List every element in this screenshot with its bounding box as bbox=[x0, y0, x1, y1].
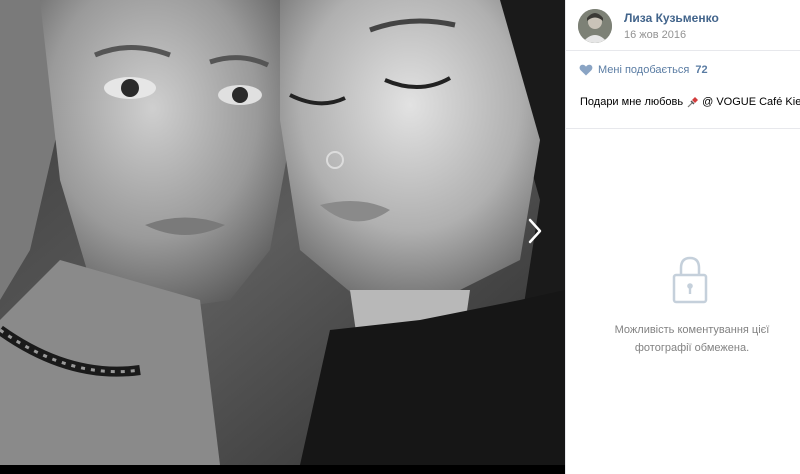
heart-icon bbox=[579, 64, 593, 76]
author-header: Лиза Кузьменко 16 жов 2016 bbox=[578, 9, 719, 43]
comments-restricted-notice: Можливість коментування цієї фотографії … bbox=[586, 321, 798, 357]
like-label: Мені подобається bbox=[598, 64, 690, 76]
photo[interactable] bbox=[0, 0, 565, 465]
author-name-link[interactable]: Лиза Кузьменко bbox=[624, 11, 719, 25]
pushpin-icon bbox=[687, 97, 699, 108]
info-sidebar: Лиза Кузьменко 16 жов 2016 Мені подобаєт… bbox=[565, 0, 800, 474]
caption-location: @ VOGUE Café Kiev bbox=[702, 96, 800, 108]
photo-image bbox=[0, 0, 565, 465]
post-date: 16 жов 2016 bbox=[624, 29, 687, 41]
like-button[interactable]: Мені подобається 72 bbox=[579, 64, 708, 76]
photo-viewer: Лиза Кузьменко 16 жов 2016 Мені подобаєт… bbox=[0, 0, 800, 474]
restricted-line-2: фотографії обмежена. bbox=[634, 342, 750, 354]
divider bbox=[566, 128, 800, 129]
divider bbox=[566, 50, 800, 51]
like-count: 72 bbox=[695, 64, 708, 76]
caption-text: Подари мне любовь bbox=[580, 96, 684, 108]
avatar[interactable] bbox=[578, 9, 612, 43]
photo-bottom-bar bbox=[0, 465, 565, 474]
chevron-right-icon bbox=[528, 218, 542, 244]
photo-caption: Подари мне любовь @ VOGUE Café Kiev bbox=[580, 96, 800, 108]
next-photo-button[interactable] bbox=[505, 196, 565, 266]
author-meta: Лиза Кузьменко 16 жов 2016 bbox=[624, 11, 719, 41]
restricted-line-1: Можливість коментування цієї bbox=[614, 324, 770, 336]
avatar-image bbox=[578, 9, 612, 43]
lock-icon bbox=[672, 256, 708, 304]
